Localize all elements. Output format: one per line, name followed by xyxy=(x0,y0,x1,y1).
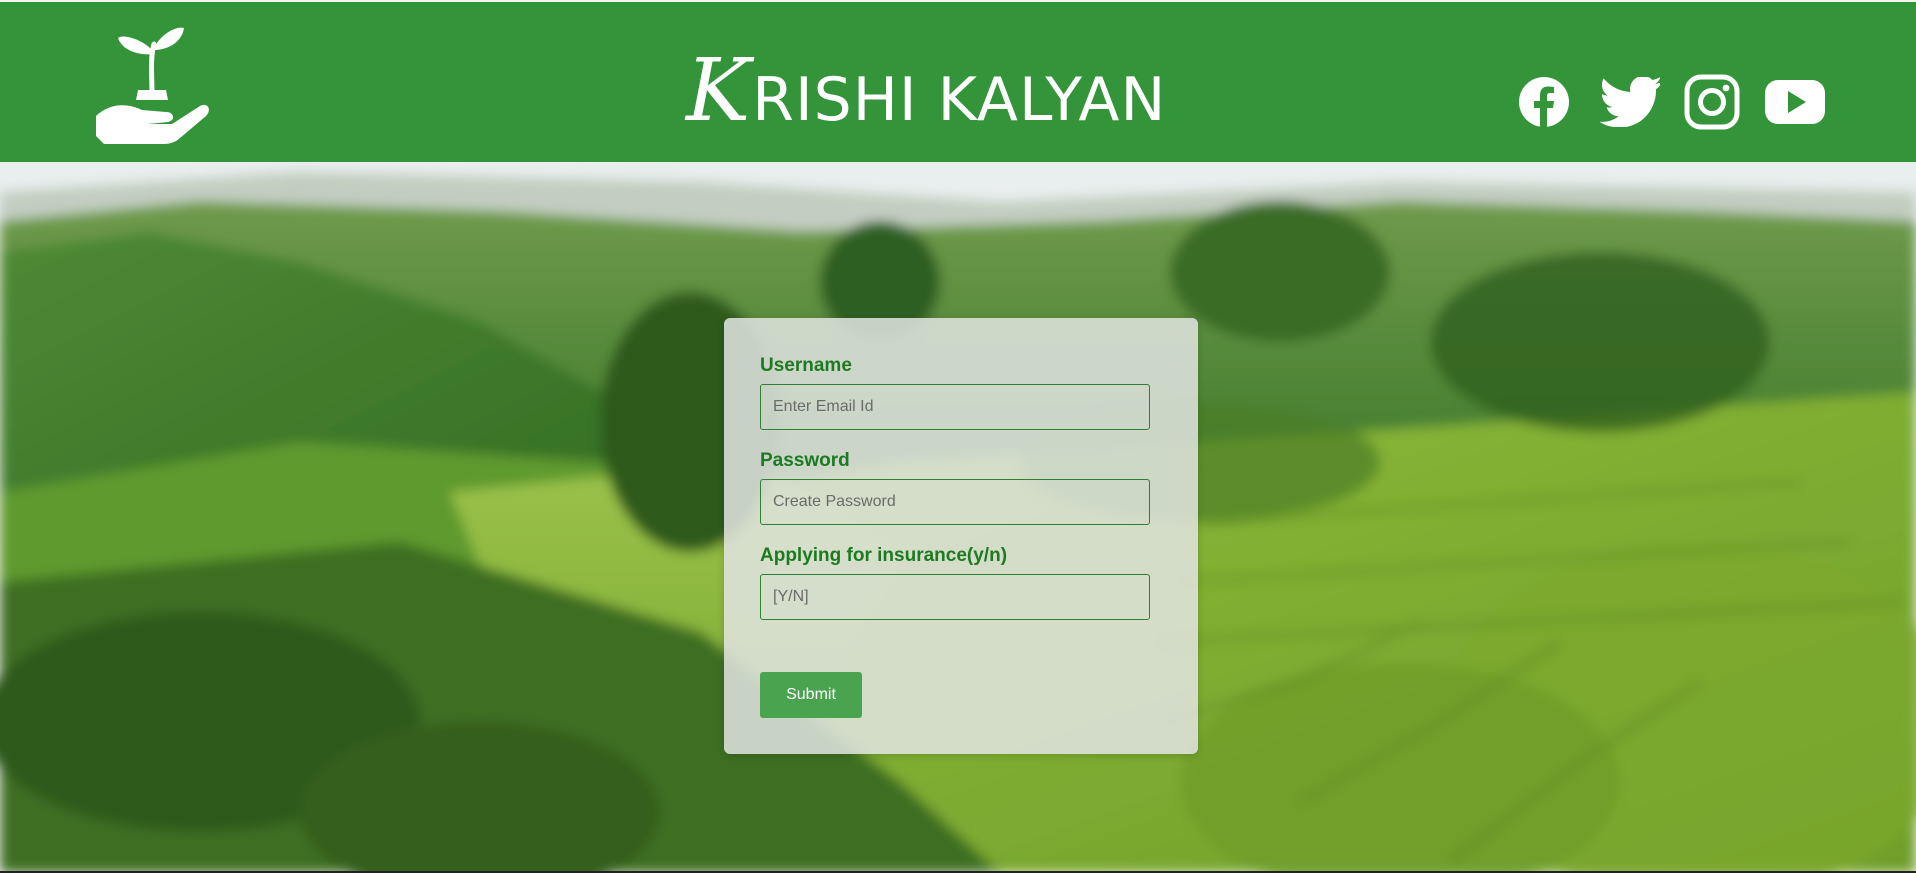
username-label: Username xyxy=(760,355,852,376)
insurance-input[interactable] xyxy=(760,574,1150,620)
site-title-rest: RISHI KALYAN xyxy=(752,65,1167,135)
twitter-icon[interactable] xyxy=(1599,76,1662,132)
youtube-icon[interactable] xyxy=(1764,78,1826,131)
facebook-icon[interactable] xyxy=(1518,76,1570,133)
insurance-label: Applying for insurance(y/n) xyxy=(760,545,1008,566)
signup-form: Username Password Applying for insurance… xyxy=(724,318,1198,754)
site-header: K RISHI KALYAN xyxy=(0,2,1916,162)
sprout-in-hand-icon[interactable] xyxy=(92,24,210,144)
site-title: K RISHI KALYAN xyxy=(686,46,1167,150)
password-label: Password xyxy=(760,450,850,471)
social-links xyxy=(1518,74,1826,135)
site-title-initial: K xyxy=(686,41,751,141)
submit-button[interactable]: Submit xyxy=(760,672,862,718)
instagram-icon[interactable] xyxy=(1684,74,1740,135)
password-input[interactable] xyxy=(760,479,1150,525)
username-input[interactable] xyxy=(760,384,1150,430)
page: K RISHI KALYAN Username Enter Email Id P… xyxy=(0,0,1916,873)
